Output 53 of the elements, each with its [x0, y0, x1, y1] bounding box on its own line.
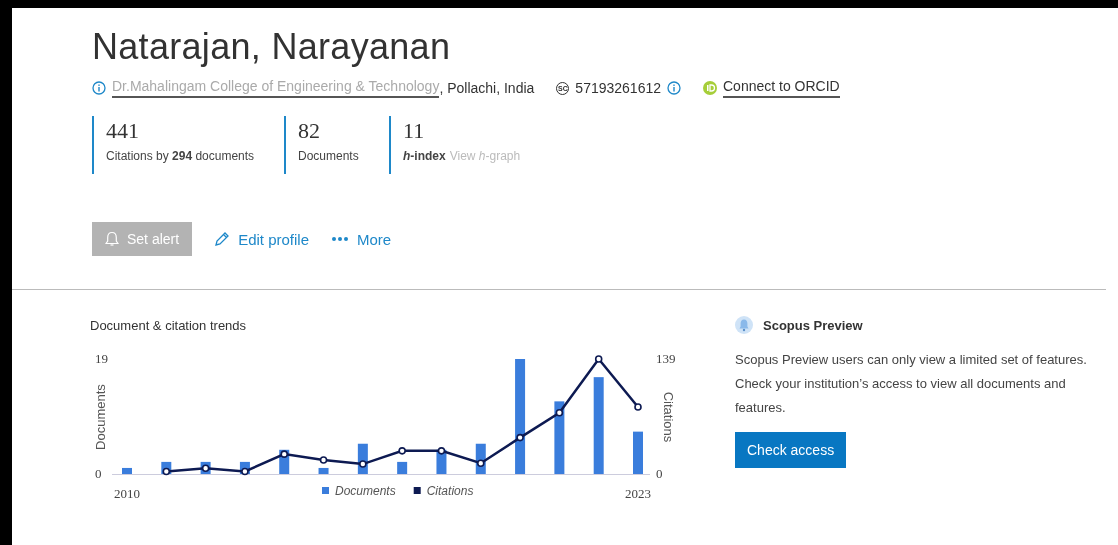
chart-title: Document & citation trends	[90, 318, 248, 333]
legend-label: Citations	[426, 484, 474, 498]
axis-title: Documents	[93, 384, 108, 450]
axis-tick-label: 0	[95, 466, 102, 481]
citation-point	[241, 467, 249, 476]
document-bar	[122, 467, 132, 474]
metric-label: Citations by 294 documents	[106, 149, 255, 163]
orcid-icon	[703, 81, 717, 95]
edit-profile-link[interactable]: Edit profile	[214, 230, 309, 248]
citation-point	[280, 450, 289, 458]
bell-icon	[105, 231, 119, 247]
metric-label: Documents	[298, 149, 359, 163]
legend-swatch	[322, 487, 329, 494]
citation-point	[398, 447, 406, 455]
legend-label: Documents	[335, 484, 396, 498]
citation-point	[634, 403, 642, 411]
metric-value: 441	[106, 118, 140, 144]
legend-swatch	[413, 487, 421, 494]
more-link[interactable]: More	[331, 230, 392, 248]
preview-message: Scopus Preview users can only view a limited set of features. Check your institution’s access to view all documents and features.	[735, 351, 1088, 417]
citation-point	[555, 408, 564, 417]
axis-tick-label: 19	[95, 351, 108, 366]
axis-tick-label: 2010	[114, 486, 140, 501]
info-icon	[667, 81, 681, 95]
axis-tick-label: 139	[656, 351, 676, 366]
scopus-id: 57193261612	[575, 80, 661, 96]
h-graph-link[interactable]: View h-graph	[449, 149, 521, 163]
document-bar	[633, 431, 643, 474]
orcid-link[interactable]: Connect to ORCID	[723, 78, 840, 98]
axis-tick-label: 2023	[625, 486, 651, 501]
author-name: Natarajan, Narayanan	[92, 26, 452, 68]
citation-point	[516, 433, 524, 442]
axis-title: Citations	[661, 391, 676, 443]
document-bar	[397, 461, 408, 474]
info-icon	[92, 81, 106, 95]
citation-point	[319, 456, 328, 464]
metric-value: 11	[403, 118, 426, 144]
institution-link[interactable]: Dr.Mahalingam College of Engineering & Technology	[112, 78, 440, 98]
citation-point	[594, 355, 603, 363]
check-access-button[interactable]: Check access	[735, 432, 847, 468]
document-bar	[318, 467, 329, 474]
ellipsis-icon	[331, 236, 349, 242]
location-text: , Pollachi, India	[439, 80, 535, 96]
citation-point	[476, 459, 485, 468]
pencil-icon	[214, 231, 231, 247]
preview-title: Scopus Preview	[763, 317, 863, 333]
metric-label: h-index	[403, 149, 446, 163]
citation-point	[162, 467, 171, 476]
citation-point	[437, 447, 446, 455]
citation-point	[359, 460, 367, 468]
metric-value: 82	[298, 118, 321, 144]
bell-icon	[735, 316, 753, 334]
axis-tick-label: 0	[656, 466, 663, 481]
